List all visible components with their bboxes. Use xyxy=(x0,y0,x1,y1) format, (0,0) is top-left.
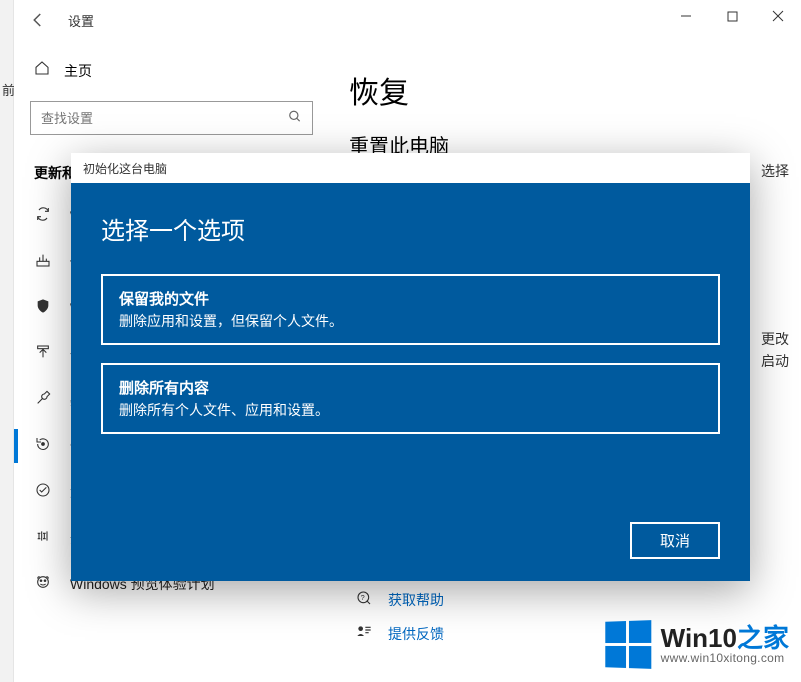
option-title: 删除所有内容 xyxy=(119,377,702,398)
search-icon xyxy=(288,110,302,127)
get-help-label: 获取帮助 xyxy=(388,590,444,610)
right-text-2: 更改启动 xyxy=(761,328,789,373)
home-label: 主页 xyxy=(64,61,92,81)
feedback-link[interactable]: 提供反馈 xyxy=(356,624,444,644)
watermark-brand: Win10之家 xyxy=(661,624,789,653)
recovery-icon xyxy=(34,436,52,456)
watermark-url: www.win10xitong.com xyxy=(661,652,789,665)
page-title: 恢复 xyxy=(349,68,773,112)
reset-dialog: 初始化这台电脑 选择一个选项 保留我的文件 删除应用和设置，但保留个人文件。 删… xyxy=(71,153,750,581)
home-icon xyxy=(34,60,50,81)
dialog-header: 初始化这台电脑 xyxy=(71,153,750,183)
option-keep-files[interactable]: 保留我的文件 删除应用和设置，但保留个人文件。 xyxy=(101,274,720,345)
get-help-link[interactable]: ? 获取帮助 xyxy=(356,590,444,610)
feedback-label: 提供反馈 xyxy=(388,624,444,644)
minimize-button[interactable] xyxy=(663,0,709,32)
sync-icon xyxy=(34,206,52,226)
option-title: 保留我的文件 xyxy=(119,288,702,309)
insider-icon xyxy=(34,574,52,594)
svg-text:?: ? xyxy=(361,593,365,602)
option-desc: 删除所有个人文件、应用和设置。 xyxy=(119,400,702,420)
home-link[interactable]: 主页 xyxy=(20,50,323,91)
maximize-button[interactable] xyxy=(709,0,755,32)
help-icon: ? xyxy=(356,590,374,610)
check-icon xyxy=(34,482,52,502)
dialog-title: 选择一个选项 xyxy=(101,211,720,246)
right-text-1: 选择 xyxy=(761,160,789,182)
titlebar: 设置 xyxy=(14,0,801,40)
cancel-button[interactable]: 取消 xyxy=(630,522,720,559)
option-remove-everything[interactable]: 删除所有内容 删除所有个人文件、应用和设置。 xyxy=(101,363,720,434)
app-title: 设置 xyxy=(68,11,94,30)
search-box[interactable] xyxy=(30,101,313,135)
delivery-icon xyxy=(34,252,52,272)
option-desc: 删除应用和设置，但保留个人文件。 xyxy=(119,311,702,331)
shield-icon xyxy=(34,298,52,318)
windows-logo-icon xyxy=(605,620,651,669)
backup-icon xyxy=(34,344,52,364)
close-button[interactable] xyxy=(755,0,801,32)
feedback-icon xyxy=(356,624,374,644)
developer-icon xyxy=(34,528,52,548)
wrench-icon xyxy=(34,390,52,410)
search-input[interactable] xyxy=(31,102,312,134)
watermark: Win10之家 www.win10xitong.com xyxy=(604,621,789,668)
back-button[interactable] xyxy=(14,0,62,40)
